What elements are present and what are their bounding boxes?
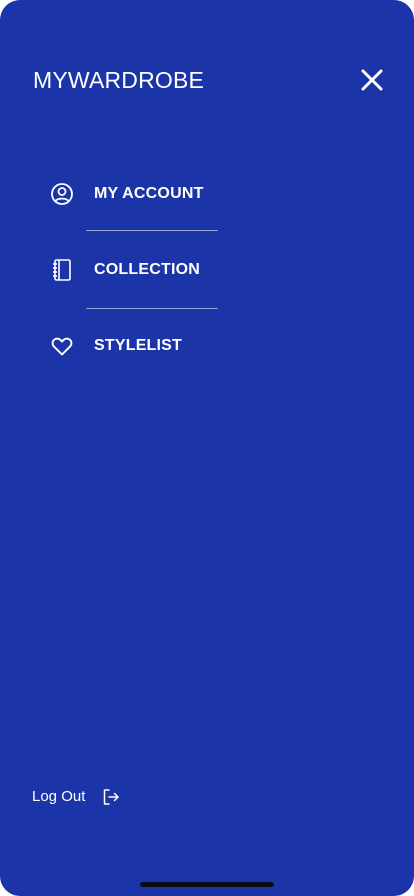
logout-button[interactable]: Log Out [32, 786, 121, 808]
home-indicator [140, 882, 274, 887]
logout-label: Log Out [32, 788, 86, 805]
menu-item-stylelist[interactable]: STYLELIST [50, 333, 182, 359]
notebook-icon [50, 258, 74, 282]
menu-item-label: STYLELIST [94, 337, 183, 354]
brand-title: MYWARDROBE [33, 67, 205, 93]
menu-divider [86, 308, 218, 309]
menu-item-label: MY ACCOUNT [94, 185, 204, 202]
heart-icon [50, 334, 74, 358]
menu-item-collection[interactable]: COLLECTION [50, 257, 200, 283]
side-menu-screen: MYWARDROBE MY ACCOUNT COLLECTION STYLELI… [0, 0, 414, 896]
close-icon [361, 69, 383, 91]
menu-divider [86, 230, 218, 231]
close-button[interactable] [358, 66, 386, 94]
user-circle-icon [50, 182, 74, 206]
logout-icon [101, 787, 121, 807]
menu-item-label: COLLECTION [94, 261, 200, 278]
menu-item-my-account[interactable]: MY ACCOUNT [50, 181, 204, 207]
